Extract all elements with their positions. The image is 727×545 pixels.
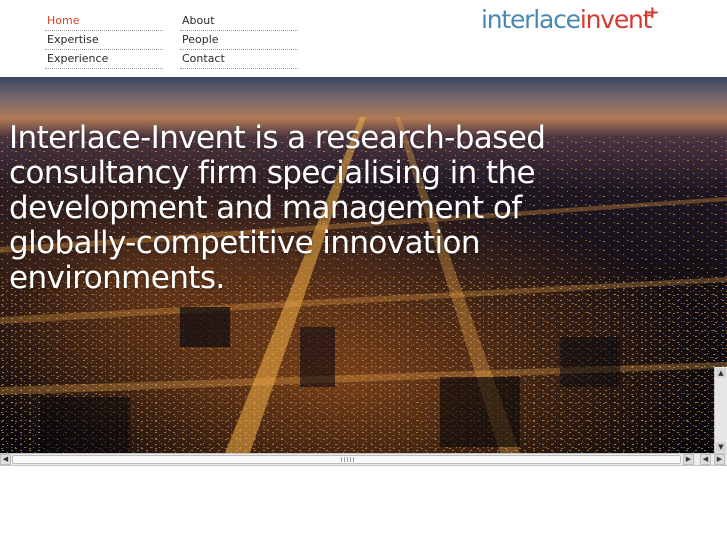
vertical-scrollbar[interactable]: ▲ ▼ bbox=[714, 367, 727, 453]
horizontal-scrollbar[interactable]: ◀ ▶ ◀ ▶ bbox=[0, 453, 727, 466]
hero-tagline: Interlace-Invent is a research-based con… bbox=[9, 120, 546, 296]
nav-link-people[interactable]: People bbox=[180, 31, 298, 50]
site-logo[interactable]: interlaceinvent + bbox=[481, 3, 659, 45]
nav-column-right: About People Contact bbox=[180, 12, 298, 69]
scroll-right-icon[interactable]: ▶ bbox=[683, 454, 694, 465]
nav-link-about[interactable]: About bbox=[180, 12, 298, 31]
scroll-right-icon-secondary[interactable]: ▶ bbox=[714, 454, 725, 465]
logo-text-interlace: interlace bbox=[481, 5, 581, 34]
scroll-left-icon-secondary[interactable]: ◀ bbox=[700, 454, 711, 465]
scrollbar-thumb[interactable] bbox=[12, 455, 681, 464]
scroll-down-icon[interactable]: ▼ bbox=[716, 442, 726, 452]
scroll-left-icon[interactable]: ◀ bbox=[0, 454, 11, 465]
logo-text-invent: invent bbox=[579, 5, 653, 34]
nav-link-home[interactable]: Home bbox=[45, 12, 163, 31]
nav-column-left: Home Expertise Experience bbox=[45, 12, 163, 69]
scroll-up-icon[interactable]: ▲ bbox=[716, 368, 726, 378]
logo-plus-icon: + bbox=[645, 3, 659, 23]
scrollbar-grip-icon bbox=[341, 457, 355, 462]
nav-link-expertise[interactable]: Expertise bbox=[45, 31, 163, 50]
nav-link-contact[interactable]: Contact bbox=[180, 50, 298, 69]
hero-banner: Interlace-Invent is a research-based con… bbox=[0, 77, 727, 453]
nav-link-experience[interactable]: Experience bbox=[45, 50, 163, 69]
site-header: Home Expertise Experience About People C… bbox=[0, 0, 727, 77]
